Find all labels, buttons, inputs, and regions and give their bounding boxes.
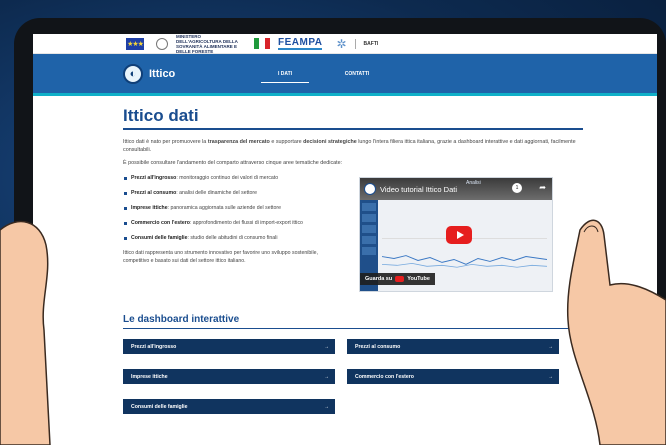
fish-logo-icon: ◐ xyxy=(123,63,143,84)
intro-areas-paragraph: È possibile consultare l'andamento del c… xyxy=(123,160,343,166)
video-thumbnail-chart xyxy=(382,238,547,268)
list-item: Commercio con l'estero: approfondimento … xyxy=(123,220,343,227)
dashboard-button-commercio-estero[interactable]: Commercio con l'estero → xyxy=(347,369,559,384)
republic-emblem-icon xyxy=(156,37,168,50)
bafti-logo-text: BAFTI xyxy=(363,40,379,47)
eu-flag-icon: ★★★ xyxy=(126,37,144,50)
list-item: Imprese ittiche: panoramica aggiornata s… xyxy=(123,205,343,212)
nav-link-i-dati[interactable]: I DATI xyxy=(249,65,321,83)
intro-paragraph: Ittico dati è nato per promuovere la tra… xyxy=(123,139,576,153)
video-dashboard-heading: Analisi xyxy=(466,180,481,186)
nav-link-contatti[interactable]: CONTATTI xyxy=(321,65,393,83)
watch-on-youtube-button[interactable]: Guarda su YouTube xyxy=(360,273,435,285)
partner-logos-bar: ★★★ MINISTERO DELL'AGRICOLTURA DELLA SOV… xyxy=(33,34,657,54)
logo-divider xyxy=(354,38,356,49)
play-button[interactable] xyxy=(446,226,472,244)
youtube-icon xyxy=(395,276,405,282)
bafti-gear-icon: ✲ xyxy=(336,36,347,51)
dashboard-button-label: Imprese ittiche xyxy=(131,373,168,380)
youtube-label: YouTube xyxy=(407,276,430,282)
list-item: Prezzi all'ingrosso: monitoraggio contin… xyxy=(123,175,343,182)
main-navigation: ◐ Ittico I DATI CONTATTI xyxy=(33,54,657,96)
dashboard-button-label: Consumi delle famiglie xyxy=(131,403,188,410)
dashboard-button-imprese-ittiche[interactable]: Imprese ittiche → xyxy=(123,369,335,384)
dashboard-button-prezzi-ingrosso[interactable]: Prezzi all'ingrosso → xyxy=(123,339,335,354)
title-underline xyxy=(123,128,583,130)
video-header: Video tutorial Ittico Dati xyxy=(360,178,552,200)
share-icon[interactable]: ➦ xyxy=(539,183,546,192)
list-item: Prezzi al consumo: analisi delle dinamic… xyxy=(123,190,343,197)
dashboard-button-consumi-famiglie[interactable]: Consumi delle famiglie → xyxy=(123,399,335,414)
channel-avatar xyxy=(364,183,376,195)
dashboard-button-label: Commercio con l'estero xyxy=(355,373,414,380)
arrow-right-icon: → xyxy=(324,403,329,410)
page-title: Ittico dati xyxy=(123,106,199,125)
dashboard-button-label: Prezzi al consumo xyxy=(355,343,401,350)
closing-paragraph: Ittico dati rappresenta uno strumento in… xyxy=(123,250,318,264)
ministry-logo-text: MINISTERO DELL'AGRICOLTURA DELLA SOVRANI… xyxy=(176,34,238,54)
video-title[interactable]: Video tutorial Ittico Dati xyxy=(380,185,457,194)
right-hand-illustration xyxy=(566,219,666,445)
themes-list: Prezzi all'ingrosso: monitoraggio contin… xyxy=(123,175,343,242)
dashboard-button-label: Prezzi all'ingrosso xyxy=(131,343,177,350)
themes-column: Prezzi all'ingrosso: monitoraggio contin… xyxy=(123,175,343,292)
section-underline xyxy=(123,328,583,329)
brand-name: Ittico xyxy=(149,67,176,80)
left-hand-illustration xyxy=(0,220,51,445)
video-tutorial-player[interactable]: Video tutorial Ittico Dati Analisi 1 ➦ G… xyxy=(359,177,553,292)
arrow-right-icon: → xyxy=(324,343,329,350)
brand-home-link[interactable]: ◐ Ittico xyxy=(123,63,249,84)
dashboard-button-prezzi-consumo[interactable]: Prezzi al consumo → xyxy=(347,339,559,354)
feampa-logo: FEAMPA xyxy=(278,36,323,50)
italian-flag-icon xyxy=(254,38,270,49)
arrow-right-icon: → xyxy=(324,373,329,380)
watch-on-label: Guarda su xyxy=(365,276,393,282)
video-counter-badge: 1 xyxy=(512,183,522,193)
list-item: Consumi delle famiglie: studio delle abi… xyxy=(123,235,343,242)
